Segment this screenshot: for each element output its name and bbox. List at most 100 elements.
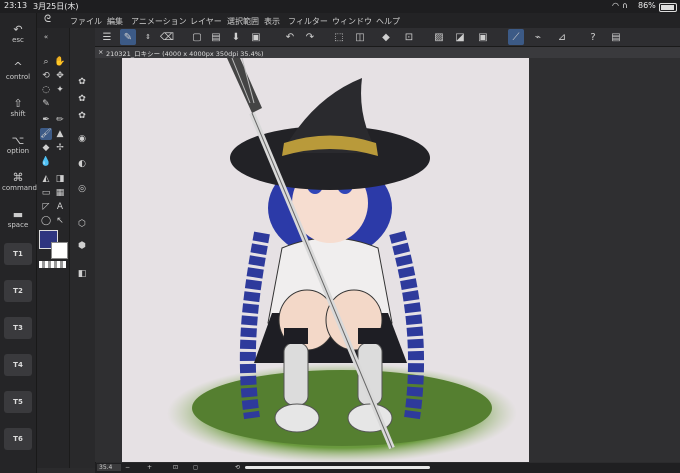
menu-icon[interactable]: ☰ [99, 29, 115, 45]
menu-bar: ᘓ ファイル 編集 アニメーション レイヤー 選択範囲 表示 フィルター ウィン… [0, 13, 680, 28]
wifi-icon: ◠ [612, 1, 619, 10]
redo-icon[interactable]: ↷ [302, 29, 318, 45]
hand-tool-icon[interactable]: ✋ [54, 56, 66, 68]
tool-palette: « ⌕ ✋ ⟲ ✥ ◌ ✦ ✎ ✒ ✏ 🖌 ▲ ◆ ✢ 💧 ◭ ◨ ▭ ▦ ◸ … [37, 28, 70, 468]
esc-key[interactable]: ↶ esc [2, 23, 34, 44]
ruler-tool-icon[interactable]: ◸ [40, 201, 52, 213]
ios-status-bar: 23:13 3月25日(木) ◠ ∩ 86% [0, 0, 680, 13]
fill-tool-icon[interactable]: ◭ [40, 173, 52, 185]
option-key[interactable]: ⌥ option [2, 134, 34, 155]
zoom-field[interactable]: 35.4 [97, 464, 121, 471]
command-bar: ☰ ✎ ⇕ ⌫ ▢ ▤ ⬇ ▣ ↶ ↷ ⬚ ◫ ◆ ⊡ ▨ ◪ ▣ ⟋ ⌁ ⊿ … [95, 28, 680, 47]
space-key[interactable]: ▬ space [2, 208, 34, 229]
save-icon[interactable]: ⬇ [228, 29, 244, 45]
clear-icon[interactable]: ◫ [352, 29, 368, 45]
sub-color-swatch[interactable] [51, 242, 68, 259]
pencil-tool-icon[interactable]: ✏ [54, 114, 66, 126]
battery-icon [659, 3, 677, 12]
airbrush-tool-icon[interactable]: ▲ [54, 128, 66, 140]
menu-layer[interactable]: レイヤー [190, 16, 222, 27]
rotate-view-icon[interactable]: ⟲ [235, 464, 240, 471]
crop-icon[interactable]: ▣ [475, 29, 491, 45]
status-time: 23:13 [4, 1, 28, 10]
artwork-illustration [167, 58, 517, 462]
document-tab-title[interactable]: 210321_ロキシー (4000 x 4000px 350dpi 35.4%) [106, 48, 263, 58]
figure-tool-icon[interactable]: ▭ [40, 187, 52, 199]
menu-file[interactable]: ファイル [70, 16, 102, 27]
app-logo-icon[interactable]: ᘓ [44, 14, 51, 25]
menu-window[interactable]: ウィンドウ [332, 16, 372, 27]
magic-wand-icon[interactable]: ✦ [54, 84, 66, 96]
object-tool-icon[interactable]: ↖ [54, 215, 66, 227]
touch-button-t4[interactable]: T4 [4, 354, 32, 376]
sub-tool-icon[interactable]: ◎ [76, 183, 88, 195]
ruler-icon[interactable]: ⊿ [554, 29, 570, 45]
touch-button-t5[interactable]: T5 [4, 391, 32, 413]
lasso-tool-icon[interactable]: ◌ [40, 84, 52, 96]
sub-tool-icon[interactable]: ⬡ [76, 218, 88, 230]
shift-key[interactable]: ⇧ shift [2, 97, 34, 118]
collapse-icon[interactable]: « [40, 31, 52, 43]
menu-selection[interactable]: 選択範囲 [227, 16, 259, 27]
new-file-icon[interactable]: ▢ [189, 29, 205, 45]
sub-tool-icon[interactable]: ◐ [76, 158, 88, 170]
help-icon[interactable]: ? [585, 29, 601, 45]
menu-edit[interactable]: 編集 [107, 16, 123, 27]
sub-tool-icon[interactable]: ⬢ [76, 240, 88, 252]
rotate-tool-icon[interactable]: ⟲ [40, 70, 52, 82]
zoom-out-icon[interactable]: − [125, 464, 130, 471]
sub-tool-icon[interactable]: ✿ [76, 93, 88, 105]
touch-button-t6[interactable]: T6 [4, 428, 32, 450]
zoom-tool-icon[interactable]: ⌕ [40, 56, 52, 68]
touch-button-t3[interactable]: T3 [4, 317, 32, 339]
menu-filter[interactable]: フィルター [288, 16, 328, 27]
document-tab-bar: × 210321_ロキシー (4000 x 4000px 350dpi 35.4… [95, 47, 680, 58]
correct-line-icon[interactable]: ⌁ [530, 29, 546, 45]
invert-icon[interactable]: ◪ [452, 29, 468, 45]
menu-help[interactable]: ヘルプ [376, 16, 400, 27]
decoration-tool-icon[interactable]: ✢ [54, 142, 66, 154]
sub-tool-icon[interactable]: ◉ [76, 133, 88, 145]
pen-tool-icon[interactable]: ✒ [40, 114, 52, 126]
sub-tool-icon[interactable]: ✿ [76, 110, 88, 122]
open-file-icon[interactable]: ▤ [208, 29, 224, 45]
stepper-icon[interactable]: ⇕ [140, 29, 156, 45]
status-date: 3月25日(木) [33, 2, 79, 11]
export-icon[interactable]: ▣ [248, 29, 264, 45]
deselect-icon[interactable]: ▨ [431, 29, 447, 45]
menu-animation[interactable]: アニメーション [131, 16, 187, 27]
control-key[interactable]: ^ control [2, 60, 34, 81]
transparent-color-swatch[interactable] [39, 261, 66, 268]
zoom-in-icon[interactable]: + [147, 464, 152, 471]
command-key[interactable]: ⌘ command [2, 171, 37, 192]
move-tool-icon[interactable]: ✥ [54, 70, 66, 82]
blend-tool-icon[interactable]: 💧 [40, 156, 52, 168]
brush-icon[interactable]: ✎ [120, 29, 136, 45]
transform-icon[interactable]: ⊡ [401, 29, 417, 45]
text-tool-icon[interactable]: A [54, 201, 66, 213]
fill-icon[interactable]: ◆ [378, 29, 394, 45]
touch-button-t1[interactable]: T1 [4, 243, 32, 265]
frame-tool-icon[interactable]: ▦ [54, 187, 66, 199]
sub-tool-palette: ✿ ✿ ✿ ◉ ◐ ◎ ⬡ ⬢ ◧ [70, 28, 96, 468]
panel-icon[interactable]: ▤ [608, 29, 624, 45]
status-battery-percent: 86% [638, 1, 656, 10]
select-all-icon[interactable]: ⬚ [331, 29, 347, 45]
home-indicator[interactable] [245, 466, 430, 469]
touch-button-t2[interactable]: T2 [4, 280, 32, 302]
zoom-reset-icon[interactable]: ◻ [193, 464, 198, 471]
balloon-tool-icon[interactable]: ◯ [40, 215, 52, 227]
brush-tool-icon[interactable]: 🖌 [40, 128, 52, 140]
sub-tool-icon[interactable]: ✿ [76, 76, 88, 88]
eraser-icon[interactable]: ⌫ [159, 29, 175, 45]
eraser-tool-icon[interactable]: ◆ [40, 142, 52, 154]
eyedropper-icon[interactable]: ✎ [40, 98, 52, 110]
close-tab-icon[interactable]: × [98, 48, 103, 56]
canvas[interactable] [122, 58, 529, 462]
gradient-tool-icon[interactable]: ◨ [54, 173, 66, 185]
pen-icon[interactable]: ⟋ [508, 29, 524, 45]
menu-view[interactable]: 表示 [264, 16, 280, 27]
sub-tool-icon[interactable]: ◧ [76, 268, 88, 280]
fit-screen-icon[interactable]: ⊡ [173, 464, 178, 471]
undo-icon[interactable]: ↶ [282, 29, 298, 45]
